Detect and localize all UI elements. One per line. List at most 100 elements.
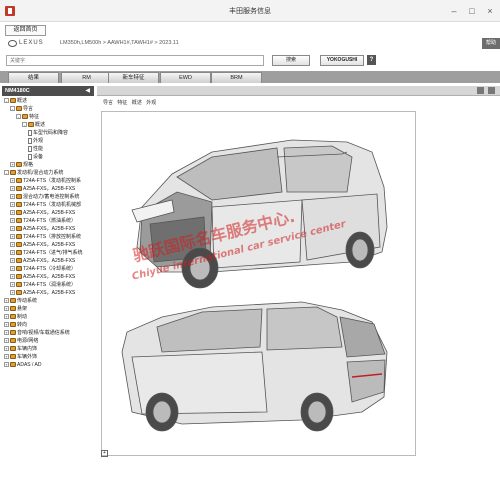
expand-node-icon[interactable]: + — [4, 314, 9, 320]
expand-node-icon[interactable]: + — [4, 330, 9, 336]
collapse-node-icon[interactable]: - — [10, 106, 15, 112]
book-icon — [16, 194, 22, 200]
expand-node-icon[interactable]: + — [4, 354, 9, 360]
tree-item[interactable]: 外观 — [2, 137, 94, 145]
yokogushi-button[interactable]: YOKOGUSHI — [320, 55, 364, 66]
expand-node-icon[interactable]: + — [10, 274, 15, 280]
book-icon — [16, 186, 22, 192]
search-help-icon[interactable]: ? — [367, 55, 376, 65]
expand-node-icon[interactable]: + — [10, 266, 15, 272]
minimize-icon[interactable]: – — [448, 5, 460, 17]
tree-item[interactable]: + T24A-FTS（排放控制系统 — [2, 233, 94, 241]
book-icon — [16, 106, 22, 112]
bookmark-icon[interactable] — [488, 87, 495, 94]
tree-item[interactable]: + 制动 — [2, 313, 94, 321]
tree-item[interactable]: + 音响/视频/车载通信系统 — [2, 329, 94, 337]
tree-item[interactable]: + 电源/网络 — [2, 337, 94, 345]
expand-node-icon[interactable]: + — [4, 306, 9, 312]
tree-item[interactable]: + T24A-FTS（进气/排气系统 — [2, 249, 94, 257]
tree-item[interactable]: - 发动机/混合动力系统 — [2, 169, 94, 177]
tree-item-label: T24A-FTS（燃油系统） — [23, 218, 77, 224]
expand-node-icon[interactable]: + — [10, 250, 15, 256]
tree-item[interactable]: - 导言 — [2, 105, 94, 113]
tree-item-label: 转向 — [17, 322, 28, 328]
tree-item-label: 制动 — [17, 314, 28, 320]
tree-item[interactable]: - 概述 — [2, 97, 94, 105]
expand-node-icon[interactable]: + — [10, 226, 15, 232]
book-icon — [10, 354, 16, 360]
subtab-exterior[interactable]: 外观 — [146, 100, 156, 106]
tree-item[interactable]: + A25A-FXS，A25B-FXS — [2, 185, 94, 193]
sidebar-header: NM4180C ◀ — [2, 86, 94, 96]
tree-item[interactable]: + A25A-FXS，A25B-FXS — [2, 209, 94, 217]
maximize-icon[interactable]: □ — [466, 5, 478, 17]
expand-node-icon[interactable]: + — [4, 298, 9, 304]
tree-item[interactable]: + T24A-FTS（发动机机械部 — [2, 201, 94, 209]
expand-node-icon[interactable]: + — [10, 234, 15, 240]
tree-item[interactable]: + 转向 — [2, 321, 94, 329]
back-home-button[interactable]: 返回首页 — [5, 25, 46, 36]
tab-new-car-features[interactable]: 新车特征 — [108, 72, 159, 83]
tab-rm[interactable]: RM — [61, 72, 112, 83]
expand-image-icon[interactable]: + — [101, 450, 108, 457]
search-button[interactable]: 搜索 — [272, 55, 310, 66]
expand-node-icon[interactable]: + — [10, 210, 15, 216]
expand-node-icon[interactable]: + — [10, 194, 15, 200]
help-button[interactable]: 帮助 — [482, 38, 500, 49]
tree-item[interactable]: + A25A-FXS，A25B-FXS — [2, 273, 94, 281]
tree-item[interactable]: - 概述 — [2, 121, 94, 129]
tree-item[interactable]: + 车辆内饰 — [2, 345, 94, 353]
tree-item[interactable]: + 悬架 — [2, 305, 94, 313]
collapse-node-icon[interactable]: - — [4, 170, 9, 176]
expand-node-icon[interactable]: + — [10, 258, 15, 264]
tree-item[interactable]: + 混合动力/蓄电池控制系统 — [2, 193, 94, 201]
tree-item[interactable]: + T24A-FTS（润滑系统） — [2, 281, 94, 289]
document-icon — [28, 129, 32, 136]
tree-item[interactable]: + A25A-FXS，A25B-FXS — [2, 257, 94, 265]
expand-node-icon[interactable]: + — [10, 162, 15, 168]
tree-item[interactable]: + T24A-FTS（冷却系统） — [2, 265, 94, 273]
tree-item[interactable]: + 车辆外饰 — [2, 353, 94, 361]
collapse-node-icon[interactable]: - — [16, 114, 21, 120]
tree-item[interactable]: + T24A-FTS（燃油系统） — [2, 217, 94, 225]
tab-brm[interactable]: BRM — [211, 72, 262, 83]
subtab-overview[interactable]: 概述 — [132, 100, 142, 106]
tab-results[interactable]: 结果 — [8, 72, 59, 83]
expand-node-icon[interactable]: + — [10, 202, 15, 208]
tree-item[interactable]: + A25A-FXS，A25B-FXS — [2, 289, 94, 297]
subtab-features[interactable]: 特征 — [117, 100, 127, 106]
expand-node-icon[interactable]: + — [4, 362, 9, 368]
tree-item[interactable]: + A25A-FXS，A25B-FXS — [2, 241, 94, 249]
collapse-node-icon[interactable]: - — [4, 98, 9, 104]
tree-item[interactable]: 车型代码和降容 — [2, 129, 94, 137]
expand-node-icon[interactable]: + — [4, 322, 9, 328]
book-icon — [10, 98, 16, 104]
print-icon[interactable] — [477, 87, 484, 94]
tree-item[interactable]: - 特征 — [2, 113, 94, 121]
collapse-node-icon[interactable]: - — [22, 122, 27, 128]
expand-node-icon[interactable]: + — [10, 290, 15, 296]
book-icon — [22, 114, 28, 120]
tree-item[interactable]: + T24A-FTS（发动机控制系 — [2, 177, 94, 185]
tree-item[interactable]: 性能 — [2, 145, 94, 153]
tree-item[interactable]: + A25A-FXS，A25B-FXS — [2, 225, 94, 233]
tree-item[interactable]: + ADAS / AD — [2, 361, 94, 369]
expand-node-icon[interactable]: + — [10, 178, 15, 184]
tree-item[interactable]: + 规格 — [2, 161, 94, 169]
expand-node-icon[interactable]: + — [10, 242, 15, 248]
close-icon[interactable]: × — [484, 5, 496, 17]
collapse-left-icon[interactable]: ◀ — [85, 86, 90, 96]
tab-ewd[interactable]: EWD — [160, 72, 211, 83]
tree-item[interactable]: + 传动系统 — [2, 297, 94, 305]
subtab-intro[interactable]: 导言 — [103, 100, 113, 106]
search-input[interactable] — [6, 55, 264, 66]
expand-node-icon[interactable]: + — [4, 346, 9, 352]
expand-node-icon[interactable]: + — [10, 218, 15, 224]
expand-node-icon[interactable]: + — [10, 282, 15, 288]
book-icon — [10, 346, 16, 352]
book-icon — [10, 322, 16, 328]
tree-item-label: T24A-FTS（润滑系统） — [23, 282, 77, 288]
tree-item[interactable]: 设备 — [2, 153, 94, 161]
expand-node-icon[interactable]: + — [4, 338, 9, 344]
expand-node-icon[interactable]: + — [10, 186, 15, 192]
